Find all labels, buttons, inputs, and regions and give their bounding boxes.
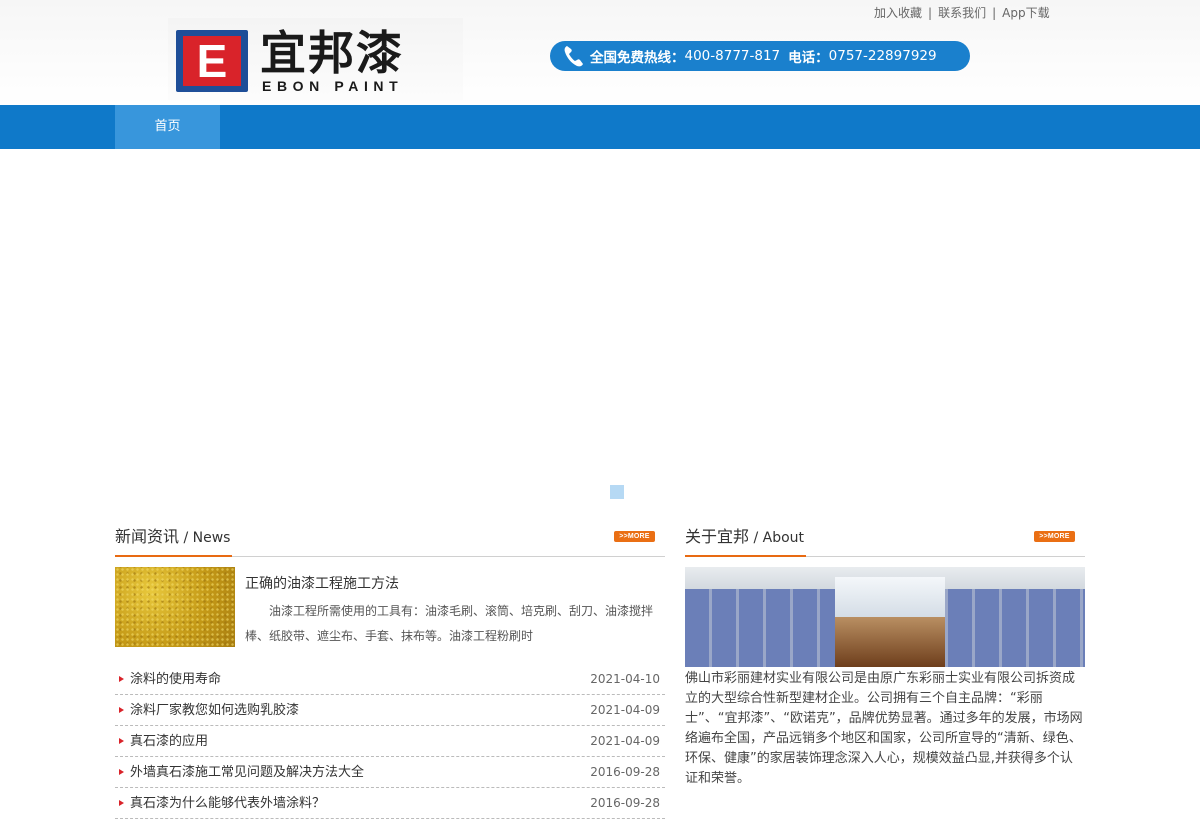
featured-news-desc: 油漆工程所需使用的工具有：油漆毛刷、滚筒、培克刷、刮刀、油漆搅拌棒、纸胶带、遮尘… xyxy=(245,604,654,643)
slider-dot[interactable] xyxy=(610,485,624,499)
hotline-number: 400-8777-817 xyxy=(684,48,781,64)
app-download-link[interactable]: App下载 xyxy=(996,4,1055,21)
list-item[interactable]: 涂料的使用寿命 2021-04-10 xyxy=(115,664,665,695)
featured-news: 正确的油漆工程施工方法 油漆工程所需使用的工具有：油漆毛刷、滚筒、培克刷、刮刀、… xyxy=(115,567,665,664)
phone-icon xyxy=(564,46,583,67)
news-item-title[interactable]: 外墙真石漆施工常见问题及解决方法大全 xyxy=(130,757,364,788)
about-title-cn: 关于宜邦 xyxy=(685,527,750,546)
arrow-bullet-icon xyxy=(119,800,124,806)
hotline-banner: 全国免费热线： 400-8777-817 电话： 0757-22897929 xyxy=(550,41,970,71)
banner-slider xyxy=(0,149,1200,509)
news-item-date: 2016-09-28 xyxy=(590,765,660,779)
about-more-button[interactable]: >>MORE xyxy=(1034,531,1075,542)
news-item-title[interactable]: 真石漆的应用 xyxy=(130,726,208,757)
image-wall-right xyxy=(945,589,1085,667)
add-favorite-link[interactable]: 加入收藏 xyxy=(868,4,928,21)
image-floor xyxy=(835,617,945,667)
list-item[interactable]: 涂料厂家教您如何选购乳胶漆 2021-04-09 xyxy=(115,695,665,726)
about-office-image[interactable] xyxy=(685,567,1085,667)
news-header: 新闻资讯 / News >>MORE xyxy=(115,522,665,557)
arrow-bullet-icon xyxy=(119,676,124,682)
about-title: 关于宜邦 / About xyxy=(685,522,807,557)
news-item-date: 2021-04-09 xyxy=(590,734,660,748)
arrow-bullet-icon xyxy=(119,769,124,775)
featured-news-title[interactable]: 正确的油漆工程施工方法 xyxy=(245,573,399,593)
list-item[interactable]: 外墙真石漆施工常见问题及解决方法大全 2016-09-28 xyxy=(115,757,665,788)
logo-english-name: EBON PAINT xyxy=(262,78,404,94)
about-header: 关于宜邦 / About >>MORE xyxy=(685,522,1085,557)
news-title-sep: / xyxy=(179,530,193,546)
list-item[interactable]: 真石漆的应用 2021-04-09 xyxy=(115,726,665,757)
news-item-date: 2021-04-09 xyxy=(590,703,660,717)
arrow-bullet-icon xyxy=(119,707,124,713)
list-item[interactable]: 真石漆为什么能够代表外墙涂料？ 2016-09-28 xyxy=(115,788,665,819)
news-list: 涂料的使用寿命 2021-04-10 涂料厂家教您如何选购乳胶漆 2021-04… xyxy=(115,664,665,819)
news-item-date: 2021-04-10 xyxy=(590,672,660,686)
news-title: 新闻资讯 / News xyxy=(115,522,233,557)
phone-number: 0757-22897929 xyxy=(828,48,937,64)
image-wall-left xyxy=(685,589,835,667)
about-title-sep: / xyxy=(749,530,763,546)
news-item-title[interactable]: 涂料厂家教您如何选购乳胶漆 xyxy=(130,695,299,726)
image-window xyxy=(835,577,945,617)
news-title-en: News xyxy=(192,530,231,546)
logo-mark-letter: E xyxy=(196,35,228,87)
about-text: 佛山市彩丽建材实业有限公司是由原广东彩丽士实业有限公司拆资成立的大型综合性新型建… xyxy=(685,671,1083,786)
about-section: 关于宜邦 / About >>MORE 佛山市彩丽建材实业有限公司是由原广东彩丽… xyxy=(685,522,1085,789)
hotline-label: 全国免费热线： xyxy=(590,50,685,66)
logo-chinese-name: 宜邦漆 xyxy=(260,26,404,80)
site-header: E 宜邦漆 EBON PAINT 加入收藏 | 联系我们 | App下载 全国免… xyxy=(0,0,1200,105)
news-item-title[interactable]: 真石漆为什么能够代表外墙涂料？ xyxy=(130,788,325,819)
news-section: 新闻资讯 / News >>MORE 正确的油漆工程施工方法 油漆工程所需使用的… xyxy=(115,522,665,819)
main-nav: 首页 xyxy=(0,105,1200,149)
news-item-date: 2016-09-28 xyxy=(590,796,660,810)
top-links: 加入收藏 | 联系我们 | App下载 xyxy=(868,4,1056,21)
contact-us-link[interactable]: 联系我们 xyxy=(932,4,992,21)
about-title-en: About xyxy=(762,530,805,546)
site-logo[interactable]: E 宜邦漆 EBON PAINT xyxy=(168,18,463,100)
logo-mark: E xyxy=(176,30,248,92)
news-title-cn: 新闻资讯 xyxy=(115,527,180,546)
featured-news-image[interactable] xyxy=(115,567,235,647)
logo-mark-inner: E xyxy=(183,36,241,86)
news-more-button[interactable]: >>MORE xyxy=(614,531,655,542)
nav-item-home[interactable]: 首页 xyxy=(115,105,220,149)
news-item-title[interactable]: 涂料的使用寿命 xyxy=(130,664,221,695)
phone-label: 电话： xyxy=(788,50,829,66)
arrow-bullet-icon xyxy=(119,738,124,744)
